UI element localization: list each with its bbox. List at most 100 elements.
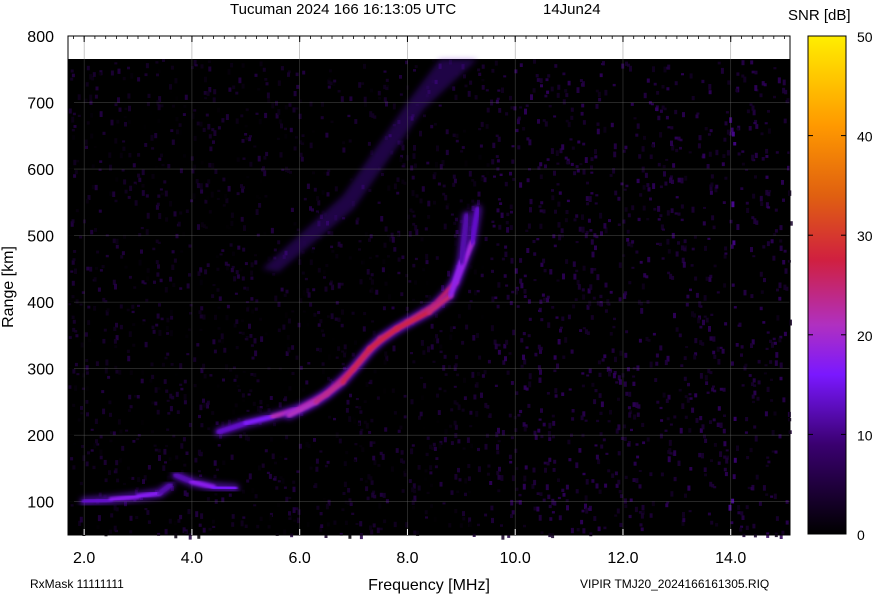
noise-cell <box>539 162 543 167</box>
noise-cell <box>288 103 292 107</box>
noise-cell <box>579 329 583 332</box>
noise-cell <box>156 73 159 77</box>
noise-cell <box>306 521 310 527</box>
noise-cell <box>208 210 212 214</box>
noise-cell <box>586 181 589 185</box>
noise-cell <box>241 276 245 281</box>
noise-cell <box>504 356 507 362</box>
noise-cell <box>123 482 126 486</box>
noise-cell <box>71 129 75 132</box>
noise-cell <box>478 128 482 131</box>
noise-cell <box>232 409 236 415</box>
noise-cell <box>195 511 199 518</box>
noise-cell <box>283 529 287 535</box>
noise-cell <box>599 294 603 299</box>
noise-cell <box>292 480 296 484</box>
noise-cell <box>213 460 217 466</box>
noise-cell <box>414 225 418 231</box>
noise-cell <box>699 416 703 421</box>
noise-cell <box>119 324 123 330</box>
noise-cell <box>131 310 135 314</box>
noise-cell <box>199 279 203 286</box>
noise-cell <box>246 286 250 291</box>
noise-cell <box>571 417 575 421</box>
noise-cell <box>260 336 264 342</box>
noise-cell <box>632 367 636 370</box>
noise-cell <box>82 373 86 378</box>
noise-cell <box>471 371 475 378</box>
noise-cell <box>104 478 108 483</box>
noise-cell <box>699 373 703 379</box>
noise-cell <box>709 129 713 133</box>
noise-cell <box>323 276 326 279</box>
noise-cell <box>509 171 512 176</box>
noise-cell <box>354 340 357 345</box>
noise-cell <box>701 453 704 459</box>
noise-cell <box>615 381 619 384</box>
noise-cell <box>505 339 509 345</box>
noise-cell <box>412 360 416 364</box>
noise-cell <box>354 443 358 446</box>
noise-cell <box>157 448 161 453</box>
noise-cell <box>604 89 608 96</box>
noise-cell <box>581 372 585 375</box>
noise-cell <box>708 326 711 332</box>
noise-cell <box>484 236 488 242</box>
noise-cell <box>497 282 501 288</box>
noise-cell <box>677 460 681 466</box>
noise-cell <box>519 409 523 414</box>
noise-cell <box>653 207 657 211</box>
noise-cell <box>115 460 119 466</box>
noise-cell <box>426 436 430 440</box>
noise-cell <box>624 145 628 150</box>
noise-cell <box>570 349 574 354</box>
noise-cell <box>588 368 592 374</box>
noise-cell <box>312 288 316 292</box>
noise-cell <box>326 192 330 197</box>
noise-cell <box>335 301 339 305</box>
noise-cell <box>547 322 551 328</box>
noise-cell <box>673 415 677 419</box>
noise-cell <box>237 245 241 250</box>
noise-cell <box>251 309 255 314</box>
noise-cell <box>716 422 720 427</box>
noise-cell <box>508 352 512 355</box>
noise-cell <box>484 513 488 517</box>
noise-cell <box>687 382 690 387</box>
noise-cell <box>269 396 273 400</box>
noise-cell <box>594 202 598 205</box>
noise-cell <box>244 133 248 136</box>
noise-cell <box>590 267 594 274</box>
noise-cell <box>372 441 376 444</box>
noise-cell <box>467 90 471 97</box>
noise-cell <box>595 89 599 93</box>
noise-cell <box>296 283 300 290</box>
noise-cell <box>538 418 542 421</box>
noise-cell <box>543 461 547 465</box>
noise-cell <box>754 85 758 91</box>
noise-cell <box>609 174 613 177</box>
noise-cell <box>115 177 119 182</box>
noise-cell <box>589 229 593 232</box>
noise-cell <box>588 196 592 202</box>
noise-cell <box>235 319 239 324</box>
noise-cell <box>593 516 597 521</box>
noise-cell <box>97 287 101 292</box>
noise-cell <box>80 342 84 348</box>
noise-cell <box>772 337 776 341</box>
noise-cell <box>207 179 211 184</box>
noise-cell <box>114 345 118 349</box>
noise-cell <box>102 408 106 415</box>
noise-cell <box>274 461 277 465</box>
noise-cell <box>167 412 171 415</box>
noise-cell <box>565 484 569 490</box>
noise-cell <box>478 72 482 76</box>
noise-cell <box>199 404 203 411</box>
noise-cell <box>235 374 239 379</box>
noise-cell <box>527 299 531 304</box>
noise-cell <box>485 433 489 438</box>
noise-cell <box>443 354 447 359</box>
noise-cell <box>329 378 333 382</box>
noise-cell <box>733 416 737 421</box>
noise-cell <box>455 230 459 234</box>
